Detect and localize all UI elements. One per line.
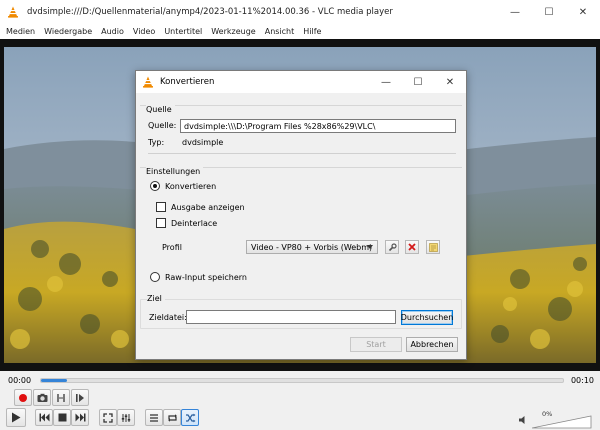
window-title: dvdsimple:///D:/Quellenmaterial/anymp4/2…: [27, 7, 393, 17]
playlist-icon: [150, 413, 158, 422]
type-label: Typ:: [148, 138, 165, 147]
shuffle-button[interactable]: [181, 409, 199, 426]
source-label: Quelle:: [148, 121, 177, 130]
loop-button[interactable]: [163, 409, 181, 426]
dialog-titlebar: Konvertieren — ☐ ✕: [136, 71, 466, 93]
chevron-down-icon: [367, 245, 373, 249]
speaker-icon[interactable]: [518, 415, 528, 425]
target-group: Ziel Zieldatei: Durchsuchen: [140, 294, 462, 329]
profile-dropdown[interactable]: Video - VP80 + Vorbis (Webm): [246, 240, 378, 254]
delete-icon: [408, 243, 416, 251]
show-output-checkbox[interactable]: [156, 202, 166, 212]
window-titlebar: dvdsimple:///D:/Quellenmaterial/anymp4/2…: [0, 0, 600, 24]
menu-werkzeuge[interactable]: Werkzeuge: [211, 27, 255, 36]
next-button[interactable]: [71, 409, 89, 426]
vlc-cone-icon: [8, 6, 18, 18]
wrench-icon: [388, 242, 397, 251]
seek-slider[interactable]: [40, 378, 564, 383]
target-group-label: Ziel: [147, 294, 165, 303]
stop-icon: [58, 413, 66, 422]
vlc-cone-icon: [143, 76, 153, 88]
profile-dropdown-value: Video - VP80 + Vorbis (Webm): [251, 243, 373, 252]
dialog-minimize-button[interactable]: —: [370, 71, 402, 93]
edit-profile-button[interactable]: [385, 240, 399, 254]
source-field[interactable]: dvdsimple:\\\D:\Program Files %28x86%29\…: [180, 119, 456, 133]
record-button[interactable]: [14, 389, 32, 406]
type-value: dvdsimple: [182, 138, 224, 147]
raw-input-radio[interactable]: [150, 272, 160, 282]
convert-radio[interactable]: [150, 181, 160, 191]
start-button[interactable]: Start: [350, 337, 402, 352]
stop-button[interactable]: [53, 409, 71, 426]
time-total: 00:10: [570, 376, 594, 385]
profile-label: Profil: [162, 243, 182, 252]
frame-step-button[interactable]: [71, 389, 89, 406]
loop-ab-icon: [57, 393, 65, 402]
deinterlace-label[interactable]: Deinterlace: [171, 219, 217, 228]
target-file-label: Zieldatei:: [149, 313, 187, 322]
camera-icon: [37, 393, 47, 402]
menu-bar: Medien Wiedergabe Audio Video Untertitel…: [0, 24, 600, 39]
fullscreen-button[interactable]: [99, 409, 117, 426]
advanced-controls: [0, 389, 600, 407]
menu-hilfe[interactable]: Hilfe: [303, 27, 321, 36]
loop-ab-button[interactable]: [52, 389, 70, 406]
browse-button[interactable]: Durchsuchen: [401, 310, 453, 325]
deinterlace-checkbox[interactable]: [156, 218, 166, 228]
menu-ansicht[interactable]: Ansicht: [265, 27, 295, 36]
target-file-input[interactable]: [186, 310, 396, 324]
settings-group-label: Einstellungen: [146, 167, 204, 176]
previous-button[interactable]: [35, 409, 53, 426]
source-divider: [148, 153, 456, 154]
loop-icon: [167, 413, 177, 422]
convert-radio-label[interactable]: Konvertieren: [165, 182, 216, 191]
menu-video[interactable]: Video: [133, 27, 155, 36]
main-controls: 0%: [0, 407, 600, 430]
menu-audio[interactable]: Audio: [101, 27, 124, 36]
play-button[interactable]: [6, 408, 26, 427]
equalizer-icon: [121, 413, 131, 422]
menu-wiedergabe[interactable]: Wiedergabe: [44, 27, 92, 36]
source-group-label: Quelle: [146, 105, 175, 114]
menu-medien[interactable]: Medien: [6, 27, 35, 36]
seek-row: 00:00 00:10: [0, 371, 600, 389]
raw-input-label[interactable]: Raw-Input speichern: [165, 273, 247, 282]
dialog-close-button[interactable]: ✕: [434, 71, 466, 93]
new-profile-icon: [428, 242, 438, 252]
close-button[interactable]: ✕: [566, 0, 600, 24]
frame-step-icon: [76, 393, 84, 402]
volume-slider[interactable]: [532, 415, 592, 429]
maximize-button[interactable]: ☐: [532, 0, 566, 24]
time-elapsed: 00:00: [8, 376, 32, 385]
dialog-maximize-button[interactable]: ☐: [402, 71, 434, 93]
next-icon: [75, 413, 85, 422]
previous-icon: [39, 413, 49, 422]
show-output-label[interactable]: Ausgabe anzeigen: [171, 203, 245, 212]
fullscreen-icon: [103, 412, 113, 423]
new-profile-button[interactable]: [426, 240, 440, 254]
source-group: Quelle Quelle: dvdsimple:\\\D:\Program F…: [140, 105, 462, 159]
menu-untertitel[interactable]: Untertitel: [164, 27, 202, 36]
playlist-button[interactable]: [145, 409, 163, 426]
snapshot-button[interactable]: [33, 389, 51, 406]
play-icon: [12, 412, 21, 423]
cancel-button[interactable]: Abbrechen: [406, 337, 458, 352]
convert-dialog: Konvertieren — ☐ ✕ Quelle Quelle: dvdsim…: [135, 70, 467, 360]
delete-profile-button[interactable]: [405, 240, 419, 254]
settings-group: Einstellungen Konvertieren Ausgabe anzei…: [140, 167, 462, 287]
seek-progress-fill: [41, 379, 68, 382]
dialog-title: Konvertieren: [160, 77, 215, 87]
shuffle-icon: [185, 413, 195, 422]
extended-settings-button[interactable]: [117, 409, 135, 426]
record-icon: [19, 393, 27, 402]
minimize-button[interactable]: —: [498, 0, 532, 24]
